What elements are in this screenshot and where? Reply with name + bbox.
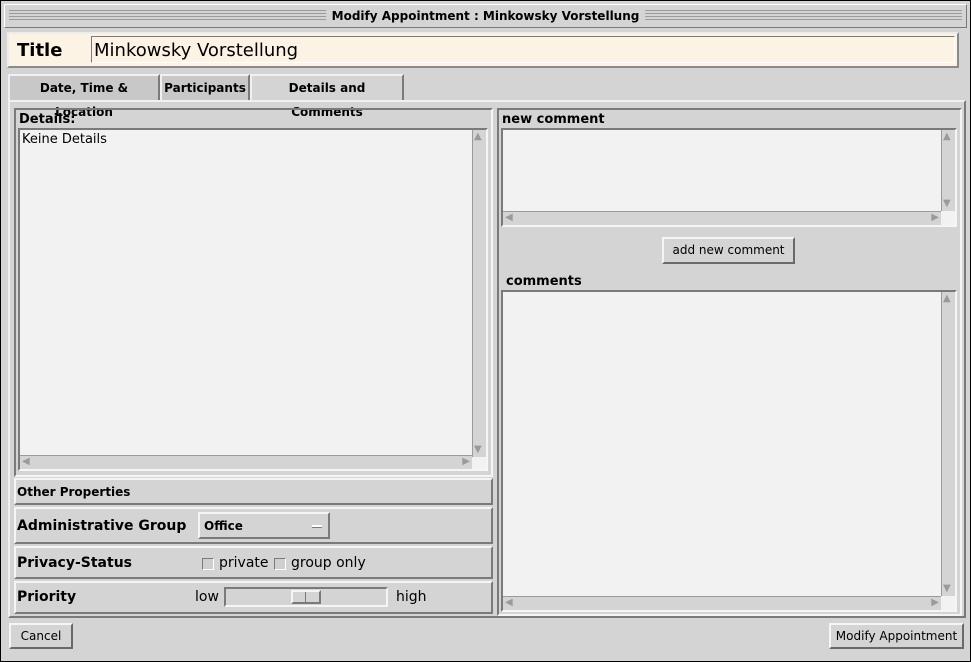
scroll-left-icon[interactable]: ◀ bbox=[505, 213, 513, 223]
details-comments-panel: Details: Keine Details ▲ ▼ ◀ ▶ Other Pro… bbox=[8, 100, 966, 618]
comments-label: comments bbox=[506, 274, 582, 289]
title-input[interactable]: Minkowsky Vorstellung bbox=[91, 36, 955, 63]
tab-date-time-location[interactable]: Date, Time & Location bbox=[8, 74, 160, 119]
priority-high-label: high bbox=[396, 589, 427, 605]
other-properties-heading: Other Properties bbox=[17, 485, 131, 499]
scroll-up-icon[interactable]: ▲ bbox=[474, 132, 482, 142]
priority-slider[interactable] bbox=[224, 587, 388, 607]
priority-label: Priority bbox=[17, 589, 77, 605]
tab-details-and-comments[interactable]: Details and Comments bbox=[250, 74, 404, 119]
dropdown-indicator-icon bbox=[312, 525, 322, 528]
details-text: Keine Details bbox=[22, 132, 107, 147]
priority-slider-thumb[interactable] bbox=[291, 590, 321, 604]
comments-vertical-scrollbar[interactable]: ▲ ▼ bbox=[941, 292, 955, 596]
title-label: Title bbox=[17, 40, 63, 61]
other-properties-header: Other Properties bbox=[14, 478, 493, 505]
details-textarea[interactable]: Keine Details ▲ ▼ ◀ ▶ bbox=[18, 128, 488, 471]
private-checkbox[interactable] bbox=[202, 558, 214, 570]
scroll-left-icon[interactable]: ◀ bbox=[22, 457, 30, 467]
group-only-label: group only bbox=[291, 555, 366, 571]
scroll-down-icon[interactable]: ▼ bbox=[474, 445, 482, 455]
admin-group-row: Administrative Group Office bbox=[14, 507, 493, 544]
add-new-comment-button[interactable]: add new comment bbox=[662, 237, 795, 264]
scroll-right-icon[interactable]: ▶ bbox=[462, 457, 470, 467]
window-titlebar[interactable]: Modify Appointment : Minkowsky Vorstellu… bbox=[4, 4, 967, 28]
new-comment-horizontal-scrollbar[interactable]: ◀ ▶ bbox=[503, 211, 941, 225]
scroll-right-icon[interactable]: ▶ bbox=[931, 598, 939, 608]
scroll-down-icon[interactable]: ▼ bbox=[943, 584, 951, 594]
details-frame: Details: Keine Details ▲ ▼ ◀ ▶ bbox=[14, 108, 493, 477]
scroll-up-icon[interactable]: ▲ bbox=[943, 294, 951, 304]
comments-frame: new comment ▲ ▼ ◀ ▶ add new comment comm… bbox=[497, 108, 962, 616]
priority-low-label: low bbox=[195, 589, 219, 605]
modify-appointment-button[interactable]: Modify Appointment bbox=[829, 623, 964, 649]
scroll-right-icon[interactable]: ▶ bbox=[931, 213, 939, 223]
priority-row: Priority low high bbox=[14, 581, 493, 614]
admin-group-selected: Office bbox=[204, 519, 243, 533]
details-horizontal-scrollbar[interactable]: ◀ ▶ bbox=[20, 455, 472, 469]
admin-group-label: Administrative Group bbox=[17, 518, 187, 534]
scroll-down-icon[interactable]: ▼ bbox=[943, 199, 951, 209]
modify-appointment-window: Modify Appointment : Minkowsky Vorstellu… bbox=[0, 0, 971, 662]
comments-horizontal-scrollbar[interactable]: ◀ ▶ bbox=[503, 596, 941, 610]
private-label: private bbox=[219, 555, 269, 571]
admin-group-select[interactable]: Office bbox=[198, 512, 330, 539]
window-title: Modify Appointment : Minkowsky Vorstellu… bbox=[325, 9, 646, 23]
new-comment-textarea[interactable]: ▲ ▼ ◀ ▶ bbox=[501, 128, 957, 227]
comments-textarea[interactable]: ▲ ▼ ◀ ▶ bbox=[501, 290, 957, 612]
cancel-button[interactable]: Cancel bbox=[9, 623, 73, 649]
scroll-left-icon[interactable]: ◀ bbox=[505, 598, 513, 608]
group-only-checkbox[interactable] bbox=[274, 558, 286, 570]
privacy-status-label: Privacy-Status bbox=[17, 555, 132, 571]
new-comment-label: new comment bbox=[502, 112, 605, 127]
new-comment-vertical-scrollbar[interactable]: ▲ ▼ bbox=[941, 130, 955, 211]
scroll-up-icon[interactable]: ▲ bbox=[943, 132, 951, 142]
title-row: Title Minkowsky Vorstellung bbox=[7, 32, 959, 68]
details-label: Details: bbox=[19, 112, 76, 127]
privacy-status-row: Privacy-Status private group only bbox=[14, 546, 493, 579]
details-vertical-scrollbar[interactable]: ▲ ▼ bbox=[472, 130, 486, 457]
tab-participants[interactable]: Participants bbox=[160, 74, 250, 100]
